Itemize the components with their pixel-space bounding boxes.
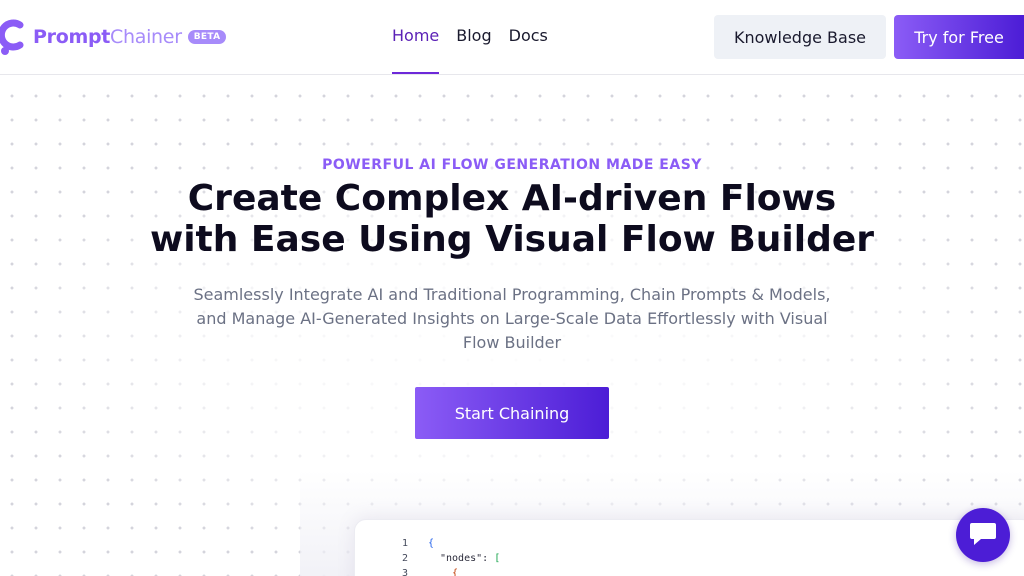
hero-subtitle-line-3: Flow Builder	[462, 333, 562, 352]
hero-subtitle: Seamlessly Integrate AI and Traditional …	[187, 283, 837, 355]
code-key: "nodes"	[440, 553, 483, 564]
hero-headline-line-2: with Ease Using Visual Flow Builder	[149, 219, 875, 260]
hero-headline-line-1: Create Complex AI-driven Flows	[187, 178, 837, 219]
hero-headline: Create Complex AI-driven Flows with Ease…	[0, 178, 1024, 260]
try-for-free-button[interactable]: Try for Free	[894, 15, 1024, 59]
code-line: 3 {	[355, 566, 755, 576]
line-number: 1	[402, 538, 409, 549]
nav-item-docs[interactable]: Docs	[509, 0, 548, 75]
nav-item-home[interactable]: Home	[392, 0, 440, 75]
line-number: 2	[402, 553, 409, 564]
main-nav: Home Blog Docs	[392, 0, 565, 75]
start-chaining-button[interactable]: Start Chaining	[415, 387, 609, 439]
hero-subtitle-line-2: and Manage AI-Generated Insights on Larg…	[196, 309, 828, 328]
nav-item-blog[interactable]: Blog	[456, 0, 491, 75]
site-header: PromptChainer BETA Home Blog Docs Knowle…	[0, 0, 1024, 75]
code-text: {	[428, 538, 435, 549]
beta-badge: BETA	[187, 30, 227, 44]
chat-launcher-button[interactable]	[956, 508, 1010, 562]
code-preview-card: 1 { 2 "nodes": [ 3 {	[354, 519, 1024, 576]
brand-logo[interactable]: PromptChainer BETA	[0, 19, 227, 55]
code-text: "nodes": [	[440, 551, 500, 566]
promptchainer-logo-icon	[0, 19, 30, 55]
chat-bubble-icon	[969, 520, 997, 550]
brand-name: PromptChainer	[33, 26, 182, 48]
code-bracket: [	[494, 553, 501, 564]
knowledge-base-button[interactable]: Knowledge Base	[714, 15, 886, 59]
hero-subtitle-line-1: Seamlessly Integrate AI and Traditional …	[193, 285, 831, 304]
line-number: 3	[402, 568, 409, 576]
code-separator: :	[482, 553, 495, 564]
code-text: {	[452, 568, 459, 576]
hero-eyebrow: POWERFUL AI FLOW GENERATION MADE EASY	[322, 157, 702, 173]
code-line: 2 "nodes": [	[355, 551, 755, 566]
code-line: 1 {	[355, 536, 755, 551]
